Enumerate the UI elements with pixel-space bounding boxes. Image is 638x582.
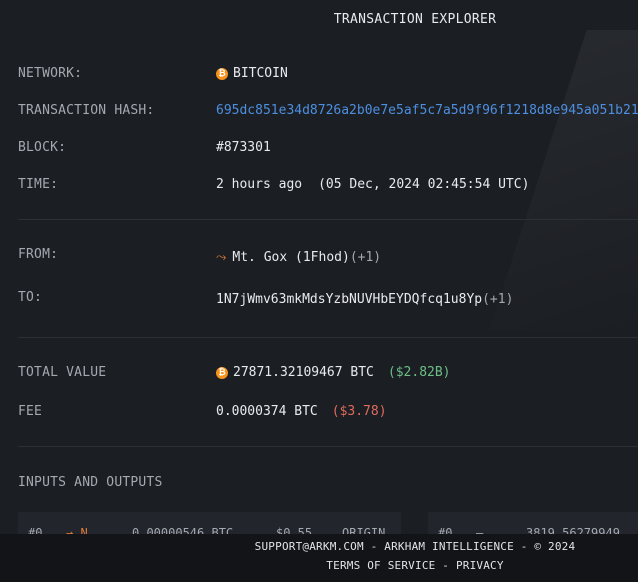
time-row: TIME: 2 hours ago (05 Dec, 2024 02:45:54… bbox=[18, 177, 638, 197]
from-label: FROM: bbox=[18, 247, 59, 262]
from-row: FROM: ⤳ Mt. Gox (1Fhod) (+1) bbox=[18, 247, 638, 267]
total-value-amount: 27871.32109467 BTC bbox=[233, 365, 374, 380]
io-section-header: INPUTS AND OUTPUTS bbox=[18, 475, 638, 495]
network-label: NETWORK: bbox=[18, 66, 83, 81]
network-row: NETWORK: ₿ BITCOIN bbox=[18, 66, 638, 86]
footer-links: TERMS OF SERVICE - PRIVACY bbox=[0, 559, 638, 572]
to-label: TO: bbox=[18, 290, 43, 305]
divider bbox=[18, 446, 638, 447]
hash-label: TRANSACTION HASH: bbox=[18, 103, 155, 118]
fee-amount: 0.0000374 BTC bbox=[216, 404, 318, 419]
fee-usd: ($3.78) bbox=[331, 404, 387, 419]
divider bbox=[18, 219, 638, 220]
total-value: ₿ 27871.32109467 BTC ($2.82B) bbox=[216, 365, 451, 380]
block-row: BLOCK: #873301 bbox=[18, 140, 638, 160]
network-name: BITCOIN bbox=[233, 66, 288, 81]
total-value-row: TOTAL VALUE ₿ 27871.32109467 BTC ($2.82B… bbox=[18, 365, 638, 385]
transaction-hash-link[interactable]: 695dc851e34d8726a2b0e7e5af5c7a5d9f96f121… bbox=[216, 103, 638, 118]
from-entity-link[interactable]: Mt. Gox (1Fhod) bbox=[232, 250, 349, 265]
from-extra-count[interactable]: (+1) bbox=[350, 250, 381, 265]
fee-row: FEE 0.0000374 BTC ($3.78) bbox=[18, 404, 638, 424]
to-value: 1N7jWmv63mkMdsYzbNUVHbEYDQfcq1u8Yp (+1) bbox=[216, 292, 513, 307]
time-absolute: (05 Dec, 2024 02:45:54 UTC) bbox=[318, 177, 530, 192]
fee-value: 0.0000374 BTC ($3.78) bbox=[216, 404, 387, 419]
from-value: ⤳ Mt. Gox (1Fhod) (+1) bbox=[216, 250, 381, 265]
network-value: ₿ BITCOIN bbox=[216, 66, 288, 81]
total-value-label: TOTAL VALUE bbox=[18, 365, 107, 380]
footer-support-line: SUPPORT@ARKM.COM - ARKHAM INTELLIGENCE -… bbox=[254, 540, 576, 553]
bitcoin-icon: ₿ bbox=[216, 366, 228, 379]
total-value-usd: ($2.82B) bbox=[387, 365, 451, 380]
footer-separator: - bbox=[435, 559, 456, 572]
time-relative: 2 hours ago bbox=[216, 177, 303, 192]
to-address-link[interactable]: 1N7jWmv63mkMdsYzbNUVHbEYDQfcq1u8Yp bbox=[216, 292, 482, 307]
divider bbox=[18, 337, 638, 338]
time-value: 2 hours ago (05 Dec, 2024 02:45:54 UTC) bbox=[216, 177, 529, 192]
block-label: BLOCK: bbox=[18, 140, 67, 155]
footer: SUPPORT@ARKM.COM - ARKHAM INTELLIGENCE -… bbox=[0, 534, 638, 582]
arrow-icon: ⤳ bbox=[216, 250, 227, 265]
time-label: TIME: bbox=[18, 177, 59, 192]
to-row: TO: 1N7jWmv63mkMdsYzbNUVHbEYDQfcq1u8Yp (… bbox=[18, 290, 638, 310]
to-extra-count[interactable]: (+1) bbox=[482, 292, 513, 307]
io-section-label: INPUTS AND OUTPUTS bbox=[18, 475, 163, 490]
privacy-link[interactable]: PRIVACY bbox=[456, 559, 504, 572]
fee-label: FEE bbox=[18, 404, 43, 419]
bitcoin-icon: ₿ bbox=[216, 67, 228, 80]
transaction-explorer-page: TRANSACTION EXPLORER NETWORK: ₿ BITCOIN … bbox=[0, 0, 638, 582]
page-title: TRANSACTION EXPLORER bbox=[333, 12, 497, 27]
terms-of-service-link[interactable]: TERMS OF SERVICE bbox=[326, 559, 435, 572]
hash-row: TRANSACTION HASH: 695dc851e34d8726a2b0e7… bbox=[18, 103, 638, 123]
block-value[interactable]: #873301 bbox=[216, 140, 271, 155]
